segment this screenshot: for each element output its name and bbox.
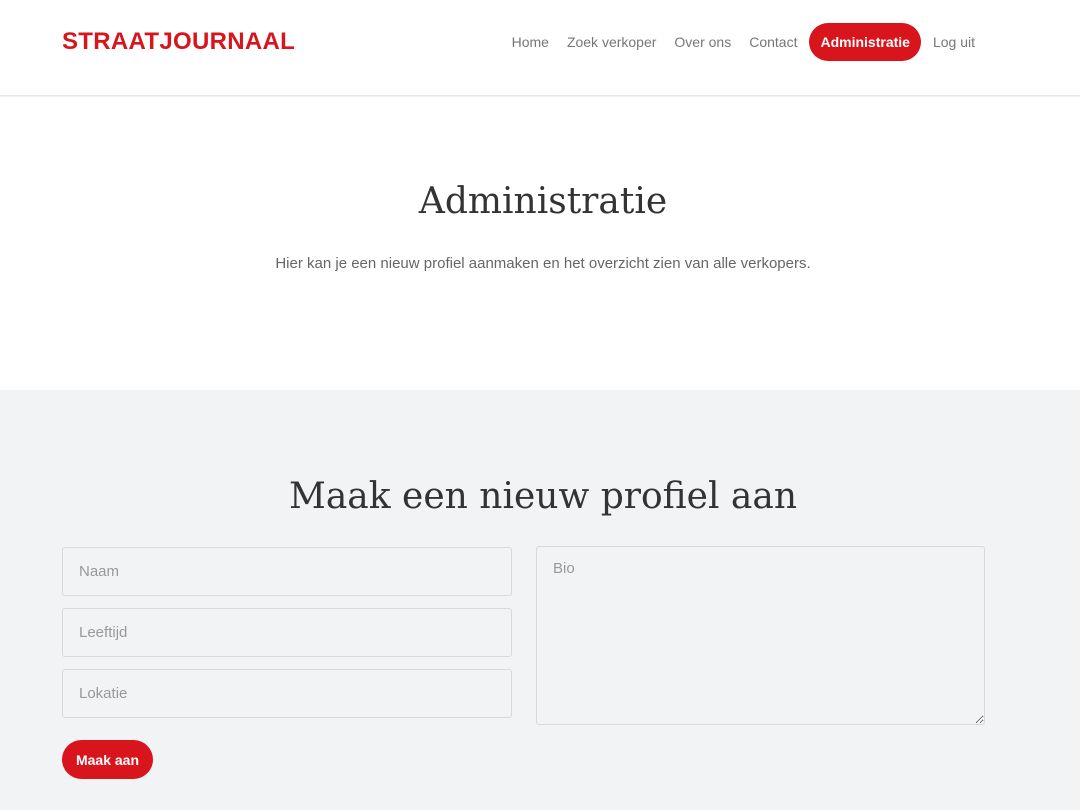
page-subtitle: Hier kan je een nieuw profiel aanmaken e… (275, 255, 811, 272)
main-nav: Home Zoek verkoper Over ons Contact Admi… (503, 23, 984, 61)
nav-administratie[interactable]: Administratie (809, 23, 921, 61)
brand-logo[interactable]: STRAATJOURNAAL (62, 28, 295, 56)
bio-textarea[interactable] (536, 546, 985, 725)
nav-log-uit[interactable]: Log uit (924, 23, 984, 61)
hero-section: Administratie Hier kan je een nieuw prof… (0, 97, 1080, 390)
site-header: STRAATJOURNAAL Home Zoek verkoper Over o… (0, 0, 1080, 96)
leeftijd-input[interactable] (62, 608, 512, 657)
form-title: Maak een nieuw profiel aan (288, 476, 798, 517)
naam-input[interactable] (62, 547, 512, 596)
nav-over-ons[interactable]: Over ons (665, 23, 740, 61)
nav-zoek-verkoper[interactable]: Zoek verkoper (558, 23, 665, 61)
maak-aan-button[interactable]: Maak aan (62, 740, 153, 779)
lokatie-input[interactable] (62, 669, 512, 718)
nav-contact[interactable]: Contact (740, 23, 806, 61)
nav-home[interactable]: Home (503, 23, 558, 61)
create-profile-section: Maak een nieuw profiel aan Maak aan (0, 390, 1080, 810)
page-title: Administratie (418, 181, 668, 222)
